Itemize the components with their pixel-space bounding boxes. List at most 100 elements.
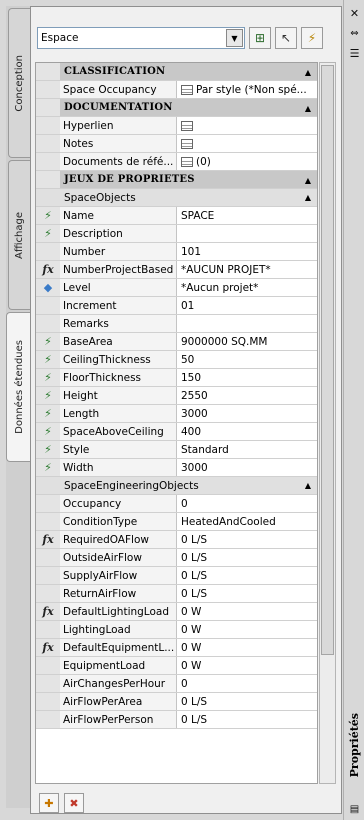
property-row[interactable]: ◆ Level *Aucun projet* — [36, 279, 317, 297]
property-row[interactable]: ConditionType HeatedAndCooled — [36, 513, 317, 531]
scrollbar-thumb[interactable] — [321, 65, 334, 655]
property-value[interactable]: *AUCUN PROJET* — [177, 261, 317, 278]
property-row[interactable]: OutsideAirFlow 0 L/S — [36, 549, 317, 567]
toggle-pickadd-button[interactable]: ⊞ — [249, 27, 271, 49]
property-value[interactable]: 0 L/S — [177, 531, 317, 548]
property-row[interactable]: ⚡ Width 3000 — [36, 459, 317, 477]
property-value[interactable]: 2550 — [177, 387, 317, 404]
autohide-icon[interactable]: ⇔ — [347, 26, 362, 41]
tab-conception[interactable]: Conception — [8, 8, 30, 158]
property-value[interactable] — [177, 135, 317, 152]
property-value[interactable] — [177, 117, 317, 134]
property-row[interactable]: Increment 01 — [36, 297, 317, 315]
property-value[interactable] — [177, 225, 317, 242]
property-name: Style — [60, 441, 177, 458]
collapse-arrow-icon[interactable]: ▲ — [299, 99, 317, 116]
property-row[interactable]: Number 101 — [36, 243, 317, 261]
property-value[interactable]: 50 — [177, 351, 317, 368]
collapse-arrow-icon[interactable]: ▲ — [299, 171, 317, 188]
category-classification[interactable]: CLASSIFICATION ▲ — [36, 63, 317, 81]
collapse-arrow-icon[interactable]: ▲ — [299, 477, 317, 494]
property-row[interactable]: AirChangesPerHour 0 — [36, 675, 317, 693]
property-value[interactable]: HeatedAndCooled — [177, 513, 317, 530]
property-row[interactable]: ReturnAirFlow 0 L/S — [36, 585, 317, 603]
property-row[interactable]: Hyperlien — [36, 117, 317, 135]
chevron-down-icon[interactable]: ▼ — [226, 29, 243, 47]
spaceobjects-rows: ⚡ Name SPACE ⚡ Description Number 101 fx NumberP… — [36, 207, 317, 477]
object-type-select[interactable]: Espace ▼ — [37, 27, 245, 49]
property-row[interactable]: ⚡ CeilingThickness 50 — [36, 351, 317, 369]
property-row[interactable]: ⚡ FloorThickness 150 — [36, 369, 317, 387]
property-value[interactable]: Par style (*Non spé... — [177, 81, 317, 98]
property-row[interactable]: Documents de réfé... (0) — [36, 153, 317, 171]
tab-affichage[interactable]: Affichage — [8, 160, 30, 310]
collapse-arrow-icon[interactable]: ▲ — [299, 189, 317, 206]
property-value[interactable]: 150 — [177, 369, 317, 386]
close-icon[interactable]: ✕ — [347, 6, 362, 21]
remove-property-sets-button[interactable]: ✖ — [64, 793, 84, 813]
property-row[interactable]: ⚡ Height 2550 — [36, 387, 317, 405]
property-value[interactable]: *Aucun projet* — [177, 279, 317, 296]
property-row[interactable]: ⚡ Name SPACE — [36, 207, 317, 225]
property-row[interactable]: ⚡ Style Standard — [36, 441, 317, 459]
property-value[interactable]: 0 W — [177, 657, 317, 674]
add-property-sets-button[interactable]: ✚ — [39, 793, 59, 813]
property-row[interactable]: AirFlowPerArea 0 L/S — [36, 693, 317, 711]
pickadd-icon: ⊞ — [254, 31, 266, 45]
property-value[interactable]: SPACE — [177, 207, 317, 224]
properties-menu-icon[interactable]: ☰ — [347, 46, 362, 61]
quick-select-button[interactable]: ⚡ — [301, 27, 323, 49]
property-value[interactable]: 9000000 SQ.MM — [177, 333, 317, 350]
property-row[interactable]: LightingLoad 0 W — [36, 621, 317, 639]
property-value[interactable]: (0) — [177, 153, 317, 170]
property-row[interactable]: Notes — [36, 135, 317, 153]
property-row[interactable]: EquipmentLoad 0 W — [36, 657, 317, 675]
propertyset-title: SpaceEngineeringObjects — [64, 479, 199, 492]
property-row[interactable]: ⚡ SpaceAboveCeiling 400 — [36, 423, 317, 441]
property-name: RequiredOAFlow — [60, 531, 177, 548]
property-value[interactable]: 0 W — [177, 639, 317, 656]
property-row[interactable]: ⚡ Length 3000 — [36, 405, 317, 423]
property-value[interactable]: 3000 — [177, 459, 317, 476]
property-value[interactable]: 3000 — [177, 405, 317, 422]
property-row[interactable]: fx RequiredOAFlow 0 L/S — [36, 531, 317, 549]
property-row[interactable]: fx DefaultLightingLoad 0 W — [36, 603, 317, 621]
vertical-scrollbar[interactable] — [319, 62, 336, 784]
tab-donnees-etendues[interactable]: Données étendues — [6, 312, 32, 462]
property-value[interactable]: 0 — [177, 675, 317, 692]
property-grid: CLASSIFICATION ▲ Space Occupancy Par sty… — [35, 62, 318, 784]
property-value[interactable]: 0 L/S — [177, 567, 317, 584]
property-row[interactable]: fx NumberProjectBased *AUCUN PROJET* — [36, 261, 317, 279]
property-value[interactable]: 0 L/S — [177, 549, 317, 566]
property-value[interactable]: 101 — [177, 243, 317, 260]
property-name: LightingLoad — [60, 621, 177, 638]
property-row[interactable]: ⚡ Description — [36, 225, 317, 243]
property-name: Height — [60, 387, 177, 404]
property-row[interactable]: fx DefaultEquipmentL... 0 W — [36, 639, 317, 657]
property-row[interactable]: Space Occupancy Par style (*Non spé... — [36, 81, 317, 99]
category-documentation[interactable]: DOCUMENTATION ▲ — [36, 99, 317, 117]
properties-palette: Conception Affichage Données étendues Es… — [0, 0, 364, 820]
property-value[interactable]: 400 — [177, 423, 317, 440]
quick-select-icon: ⚡ — [307, 31, 317, 45]
property-row[interactable]: ⚡ BaseArea 9000000 SQ.MM — [36, 333, 317, 351]
property-value[interactable]: 0 W — [177, 603, 317, 620]
property-row[interactable]: AirFlowPerPerson 0 L/S — [36, 711, 317, 729]
property-value[interactable]: 0 W — [177, 621, 317, 638]
property-value[interactable]: 0 L/S — [177, 585, 317, 602]
property-value[interactable]: 0 — [177, 495, 317, 512]
property-value[interactable]: Standard — [177, 441, 317, 458]
property-value[interactable]: 01 — [177, 297, 317, 314]
property-row[interactable]: Remarks — [36, 315, 317, 333]
selection-bar: Espace ▼ ⊞ ↖ ⚡ — [37, 27, 323, 49]
property-value[interactable]: 0 L/S — [177, 693, 317, 710]
propertyset-spaceengineering[interactable]: SpaceEngineeringObjects ▲ — [36, 477, 317, 495]
property-value[interactable] — [177, 315, 317, 332]
property-value[interactable]: 0 L/S — [177, 711, 317, 728]
collapse-arrow-icon[interactable]: ▲ — [299, 63, 317, 80]
property-row[interactable]: SupplyAirFlow 0 L/S — [36, 567, 317, 585]
select-objects-button[interactable]: ↖ — [275, 27, 297, 49]
propertyset-spaceobjects[interactable]: SpaceObjects ▲ — [36, 189, 317, 207]
category-property-sets[interactable]: JEUX DE PROPRIETES ▲ — [36, 171, 317, 189]
property-row[interactable]: Occupancy 0 — [36, 495, 317, 513]
